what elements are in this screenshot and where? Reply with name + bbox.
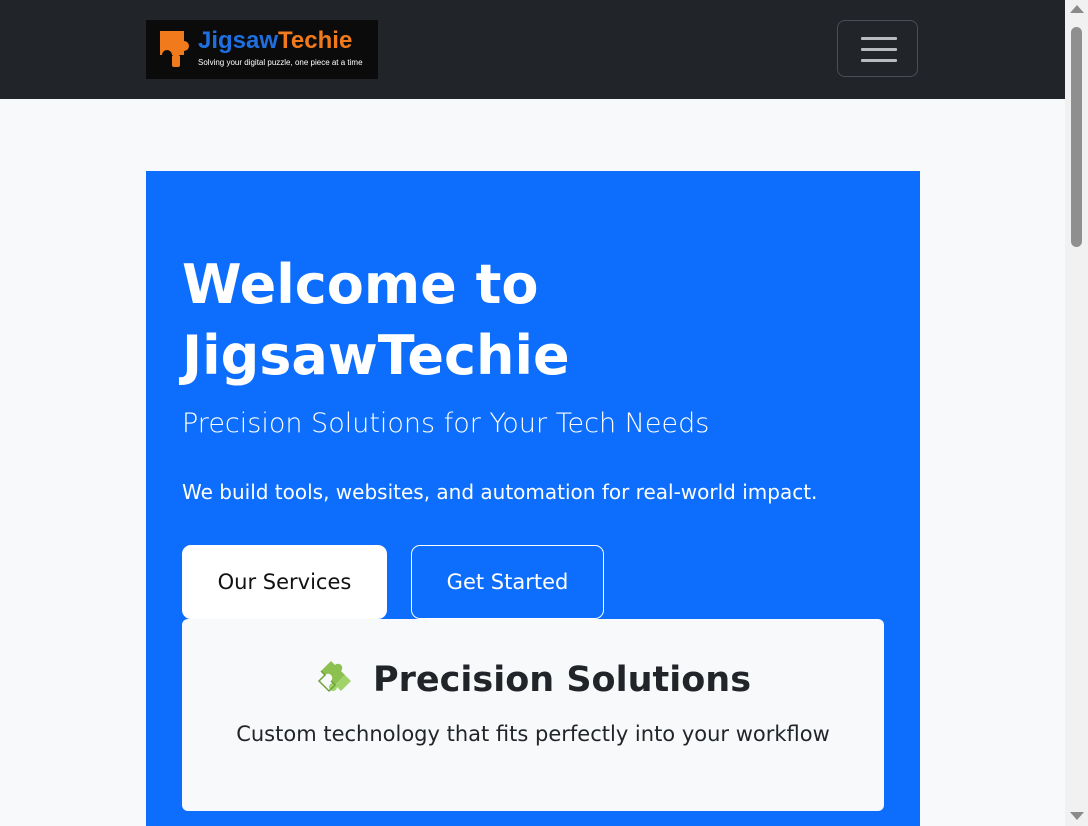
brand-name-part1: Jigsaw [198, 27, 279, 54]
top-navbar: JigsawTechie Solving your digital puzzle… [0, 0, 1065, 99]
brand-tagline: Solving your digital puzzle, one piece a… [198, 58, 363, 67]
feature-card-text: Custom technology that fits perfectly in… [236, 722, 830, 746]
hero-section: Welcome to JigsawTechie Precision Soluti… [146, 171, 920, 826]
brand-name: JigsawTechie [198, 26, 352, 56]
brand-logo[interactable]: JigsawTechie Solving your digital puzzle… [146, 20, 378, 79]
navbar-toggler-button[interactable] [837, 20, 918, 77]
hero-description: We build tools, websites, and automation… [182, 480, 818, 504]
our-services-button[interactable]: Our Services [182, 545, 387, 619]
scrollbar-thumb[interactable] [1071, 27, 1082, 247]
scroll-up-arrow-icon[interactable] [1070, 5, 1084, 13]
get-started-button[interactable]: Get Started [411, 545, 604, 619]
scroll-down-arrow-icon[interactable] [1070, 812, 1084, 820]
feature-card-title: Precision Solutions [182, 657, 884, 703]
puzzle-piece-icon [317, 661, 351, 693]
hamburger-icon [861, 37, 897, 40]
hero-title: Welcome to JigsawTechie [182, 253, 570, 387]
vertical-scrollbar[interactable] [1065, 0, 1088, 826]
brand-name-part2: Techie [278, 27, 353, 54]
feature-card: Precision Solutions Custom technology th… [182, 619, 884, 811]
hero-subtitle: Precision Solutions for Your Tech Needs [182, 408, 710, 439]
puzzle-logo-icon [160, 31, 189, 67]
feature-card-title-text: Precision Solutions [372, 660, 752, 700]
